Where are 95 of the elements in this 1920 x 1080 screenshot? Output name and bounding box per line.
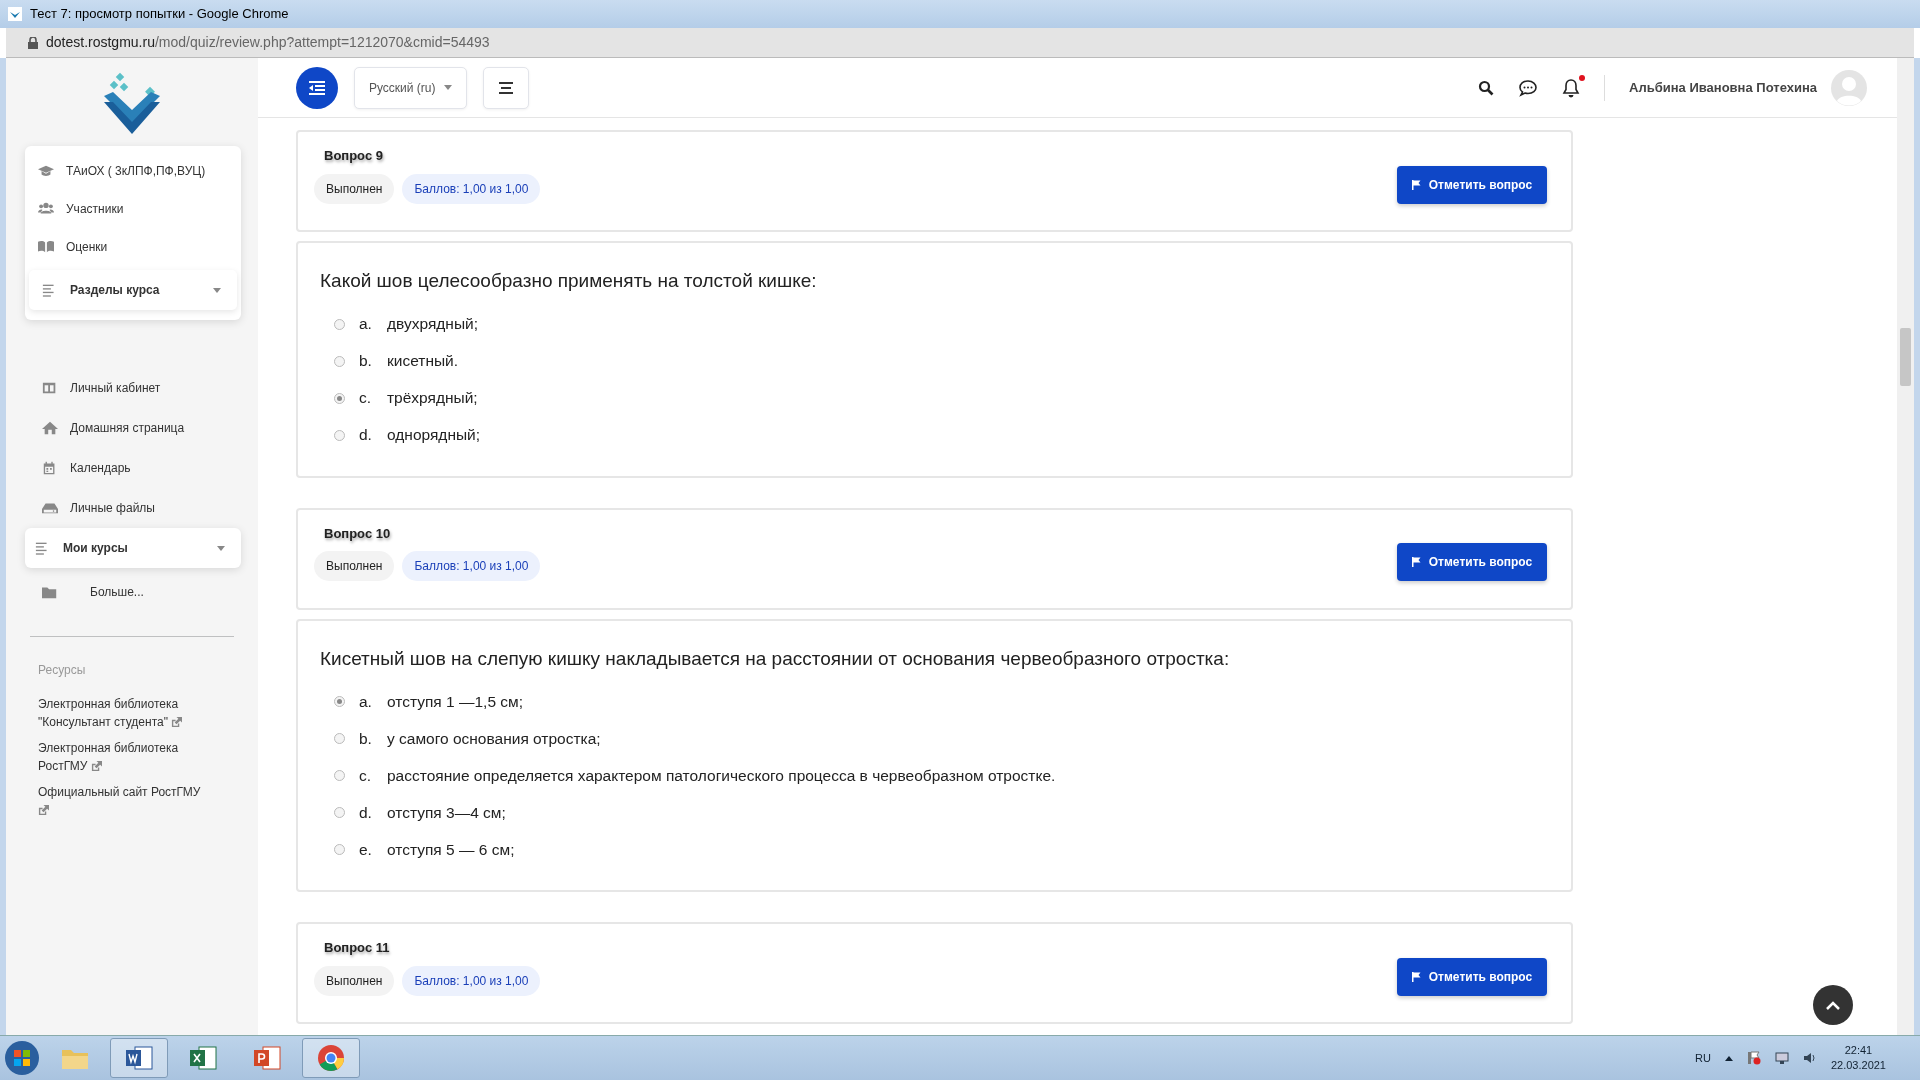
- option-letter: b.: [359, 728, 373, 749]
- flag-icon: [1411, 179, 1421, 190]
- resource-link[interactable]: Электронная библиотека РостГМУ: [38, 739, 213, 775]
- clock-time[interactable]: 22:41: [1830, 1043, 1886, 1058]
- menu-icon: [498, 81, 513, 94]
- sidebar-item[interactable]: Мои курсы: [25, 528, 241, 568]
- panel-icon: [42, 380, 58, 396]
- app-logo-icon: [8, 7, 22, 21]
- caret-icon: [217, 545, 225, 551]
- radio-button[interactable]: [334, 355, 345, 367]
- scrollbar[interactable]: [1897, 58, 1914, 1035]
- radio-button[interactable]: [334, 844, 345, 855]
- radio-button[interactable]: [334, 696, 345, 707]
- book-icon: [38, 239, 54, 255]
- caret-icon: [213, 287, 221, 293]
- language-dropdown[interactable]: Русский (ru): [354, 66, 467, 109]
- start-button-icon[interactable]: [4, 1040, 40, 1076]
- option-letter: a.: [359, 691, 373, 712]
- scroll-to-top-button[interactable]: [1813, 985, 1853, 1025]
- section-heading: Ресурсы: [38, 662, 87, 679]
- external-link-icon: [38, 805, 49, 817]
- speaker-icon[interactable]: [1802, 1051, 1817, 1065]
- grade-badge: Баллов: 1,00 из 1,00: [402, 965, 541, 996]
- option-text: отступя 1 —1,5 см;: [387, 691, 524, 712]
- resource-link[interactable]: Электронная библиотека "Консультант студента": [38, 695, 213, 731]
- option-text: отступя 5 — 6 см;: [387, 839, 515, 860]
- question-text: Кисетный шов на слепую кишку накладывается на расстоянии от основания червеобразного отростка:: [320, 646, 1231, 671]
- option-letter: c.: [359, 388, 373, 409]
- browser-icon: [315, 1042, 347, 1074]
- clock-date[interactable]: 22.03.2021: [1830, 1058, 1886, 1073]
- bell-icon[interactable]: [1562, 77, 1581, 98]
- flag-icon: [1411, 971, 1421, 982]
- option-letter: b.: [359, 351, 373, 372]
- tray-arrow-icon[interactable]: [1724, 1055, 1733, 1061]
- search-icon[interactable]: [1478, 79, 1495, 96]
- flag-question-button[interactable]: Отметить вопрос: [1397, 165, 1547, 204]
- option-letter: d.: [359, 802, 373, 823]
- question-title: Вопрос 9: [324, 147, 384, 165]
- flag-question-button[interactable]: Отметить вопрос: [1397, 957, 1547, 996]
- radio-button[interactable]: [334, 770, 345, 781]
- option-letter: d.: [359, 425, 373, 446]
- external-link-icon: [90, 761, 102, 773]
- option-text: расстояние определяется характером патологического процесса в червеобразном отростке.: [387, 765, 1056, 786]
- monitor-icon[interactable]: [1774, 1051, 1789, 1065]
- flag-icon: [1411, 557, 1421, 567]
- window-title: Тест 7: просмотр попытки - Google Chrome: [30, 5, 289, 24]
- chevron-up-icon: [1826, 1000, 1840, 1010]
- option-text: двухрядный;: [387, 314, 478, 335]
- question-title: Вопрос 10: [324, 524, 392, 543]
- option-letter: e.: [359, 839, 373, 860]
- resource-link[interactable]: Официальный сайт РостГМУ: [38, 783, 213, 819]
- sidebar-item[interactable]: ТАиОХ ( 3кЛПФ,ПФ,ВУЦ): [25, 152, 241, 190]
- menu-toggle-button[interactable]: [296, 66, 338, 109]
- flag-question-button[interactable]: Отметить вопрос: [1397, 543, 1547, 581]
- radio-button[interactable]: [334, 429, 345, 441]
- menu-collapse-icon: [309, 80, 325, 95]
- option-text: трёхрядный;: [387, 388, 478, 409]
- sidebar-item[interactable]: Личный кабинет: [6, 368, 258, 408]
- radio-button[interactable]: [334, 318, 345, 330]
- external-link-icon: [171, 717, 183, 729]
- option-text: отступя 3—4 см;: [387, 802, 506, 823]
- user-name[interactable]: Альбина Ивановна Потехина: [1629, 77, 1817, 98]
- option-text: однорядный;: [387, 425, 481, 446]
- sidebar-item[interactable]: Участники: [25, 190, 241, 228]
- language-indicator[interactable]: RU: [1695, 1049, 1711, 1067]
- question-text: Какой шов целесообразно применять на толстой кишке:: [320, 269, 818, 293]
- grade-badge: Баллов: 1,00 из 1,00: [402, 173, 541, 204]
- option-letter: c.: [359, 765, 373, 786]
- sidebar-item[interactable]: Больше...: [6, 572, 258, 612]
- chat-icon[interactable]: [1518, 78, 1539, 97]
- status-badge: Выполнен: [314, 965, 395, 996]
- taskbar-app-button[interactable]: [302, 1038, 360, 1078]
- status-badge: Выполнен: [314, 551, 395, 581]
- sidebar-item[interactable]: Календарь: [6, 448, 258, 488]
- grade-badge: Баллов: 1,00 из 1,00: [402, 551, 541, 581]
- house-icon: [42, 420, 58, 436]
- caret-icon: [443, 85, 452, 90]
- menu-button[interactable]: [482, 66, 529, 109]
- graduation-cap-icon: [38, 163, 54, 179]
- sidebar-item[interactable]: Домашняя страница: [6, 408, 258, 448]
- avatar-icon: [1831, 69, 1867, 106]
- option-letter: a.: [359, 314, 373, 335]
- flag-alert-icon[interactable]: [1746, 1051, 1761, 1065]
- radio-button[interactable]: [334, 392, 345, 404]
- address-field[interactable]: dotest.rostgmu.ru/mod/quiz/review.php?attempt=1212070&cmid=54493: [46, 32, 490, 53]
- radio-button[interactable]: [334, 733, 345, 744]
- sidebar-item[interactable]: Оценки: [25, 228, 241, 266]
- lock-icon: [28, 36, 38, 49]
- taskbar-app-button[interactable]: [110, 1038, 168, 1078]
- radio-button[interactable]: [334, 807, 345, 818]
- sidebar-item[interactable]: Личные файлы: [6, 488, 258, 528]
- status-badge: Выполнен: [314, 173, 395, 204]
- option-text: кисетный.: [387, 351, 459, 372]
- question-title: Вопрос 11: [324, 939, 391, 957]
- option-text: у самого основания отростка;: [387, 728, 601, 749]
